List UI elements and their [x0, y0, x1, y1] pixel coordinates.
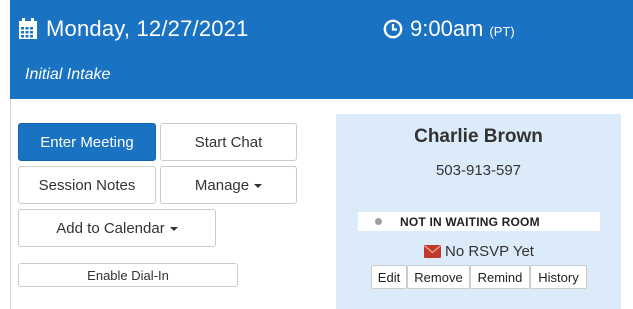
envelope-icon	[424, 245, 441, 258]
history-label: History	[538, 269, 579, 285]
appointment-date: Monday, 12/27/2021	[46, 16, 249, 41]
edit-button[interactable]: Edit	[371, 265, 407, 289]
date-block: Monday, 12/27/2021	[18, 16, 249, 42]
time-block: 9:00am (PT)	[383, 16, 515, 42]
status-dot-icon	[375, 218, 382, 225]
left-divider	[10, 99, 11, 309]
history-button[interactable]: History	[530, 265, 587, 289]
caret-down-icon	[254, 184, 263, 188]
participant-card: Charlie Brown 503-913-597 NOT IN WAITING…	[336, 114, 621, 309]
remind-label: Remind	[477, 269, 523, 285]
session-notes-button[interactable]: Session Notes	[18, 166, 156, 204]
waiting-room-status-text: NOT IN WAITING ROOM	[400, 214, 540, 229]
edit-label: Edit	[377, 269, 401, 285]
clock-icon	[383, 19, 403, 39]
remove-label: Remove	[414, 269, 463, 285]
meeting-type: Initial Intake	[25, 66, 111, 83]
participant-phone: 503-913-597	[435, 162, 522, 179]
add-to-calendar-label: Add to Calendar	[56, 219, 165, 237]
manage-label: Manage	[194, 176, 250, 194]
remind-button[interactable]: Remind	[470, 265, 530, 289]
enable-dial-in-button[interactable]: Enable Dial-In	[18, 263, 238, 287]
caret-down-icon	[169, 227, 178, 231]
appointment-time: 9:00am	[410, 16, 484, 41]
enable-dial-in-label: Enable Dial-In	[87, 267, 169, 283]
calendar-icon	[19, 18, 37, 39]
remove-button[interactable]: Remove	[407, 265, 470, 289]
waiting-room-status: NOT IN WAITING ROOM	[358, 212, 600, 231]
appointment-header: Monday, 12/27/2021 9:00am (PT) Initial I…	[10, 0, 633, 99]
timezone-label: (PT)	[489, 23, 515, 39]
session-notes-label: Session Notes	[38, 176, 136, 194]
rsvp-status: No RSVP Yet	[424, 243, 534, 260]
enter-meeting-button[interactable]: Enter Meeting	[18, 123, 156, 161]
add-to-calendar-dropdown-button[interactable]: Add to Calendar	[18, 209, 216, 247]
participant-name: Charlie Brown	[414, 126, 543, 147]
start-chat-button[interactable]: Start Chat	[160, 123, 297, 161]
manage-dropdown-button[interactable]: Manage	[160, 166, 297, 204]
start-chat-label: Start Chat	[194, 133, 263, 151]
rsvp-status-text: No RSVP Yet	[445, 243, 534, 260]
enter-meeting-label: Enter Meeting	[40, 133, 134, 151]
